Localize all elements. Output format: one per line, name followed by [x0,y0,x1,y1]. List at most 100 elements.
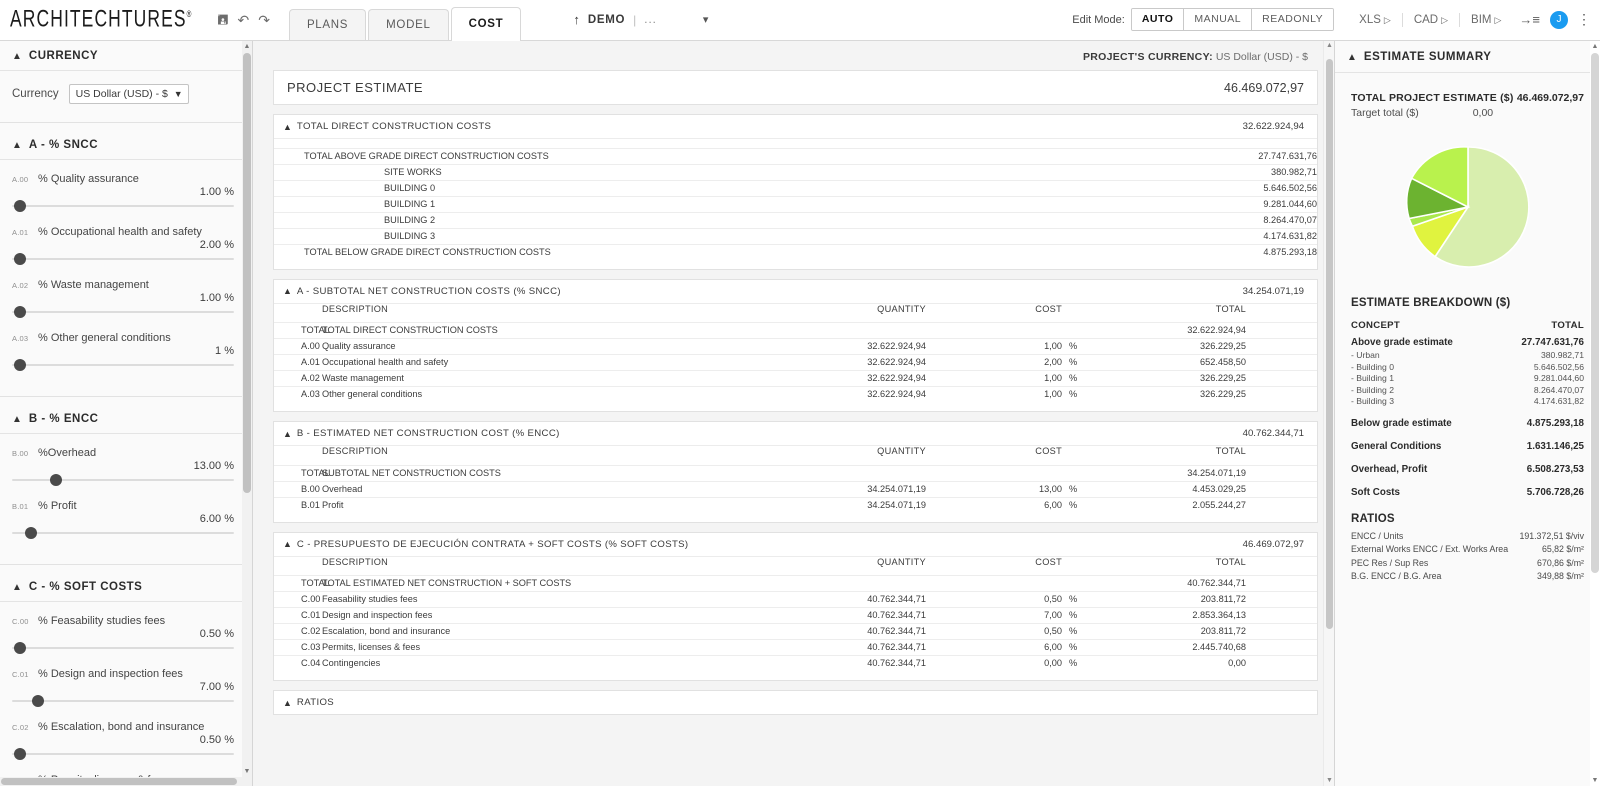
slider-knob[interactable] [14,306,26,318]
row-qty: 40.762.344,71 [752,591,952,608]
direct-costs-table: TOTAL ABOVE GRADE DIRECT CONSTRUCTION CO… [274,139,1317,269]
row-total: 40.762.344,71 [1096,575,1246,592]
scroll-down-icon[interactable]: ▼ [1324,777,1334,784]
scrollbar-thumb[interactable] [1,778,237,785]
target-total-label: Target total ($) [1351,107,1419,119]
col-quantity: QUANTITY [877,446,926,456]
export-xls-button[interactable]: XLS ▷ [1348,12,1403,27]
scroll-down-icon[interactable]: ▼ [242,766,252,777]
sidebar-horizontal-scrollbar[interactable] [0,777,252,786]
scroll-up-icon[interactable]: ▲ [1324,42,1334,49]
row-pct: % [1062,655,1096,671]
export-cad-button[interactable]: CAD ▷ [1403,12,1461,27]
row-code: A.02 [274,370,322,387]
panel-sncc-header[interactable]: ▲ A - % SNCC [0,130,252,160]
slider-track[interactable] [12,641,240,655]
row-cost: 6,00 [952,496,1062,513]
section-ratios-header[interactable]: ▲ RATIOS [274,691,1317,714]
row-code: B.00 [274,480,322,497]
spacer-row [274,567,1317,576]
panel-encc-header[interactable]: ▲ B - % ENCC [0,404,252,434]
section-b-header[interactable]: ▲ B - ESTIMATED NET CONSTRUCTION COST (%… [274,422,1317,446]
export-bim-button[interactable]: BIM ▷ [1460,13,1512,27]
right-panel: ▲ ESTIMATE SUMMARY TOTAL PROJECT ESTIMAT… [1334,41,1600,786]
slider-track[interactable] [12,305,240,319]
row-pct: % [1062,338,1096,355]
estimate-summary-header[interactable]: ▲ ESTIMATE SUMMARY [1335,41,1600,73]
slider-knob[interactable] [14,359,26,371]
right-panel-vertical-scrollbar[interactable]: ▲ ▼ [1590,41,1600,786]
slider-code: A.03 [12,334,29,343]
slider-knob[interactable] [32,695,44,707]
chevron-down-icon[interactable]: ▾ [703,13,709,26]
section-a-header[interactable]: ▲ A - SUBTOTAL NET CONSTRUCTION COSTS (%… [274,280,1317,304]
slider-knob[interactable] [50,474,62,486]
scroll-up-icon[interactable]: ▲ [242,41,252,52]
collapse-panel-icon[interactable]: →≡ [1519,12,1540,27]
panel-currency-header[interactable]: ▲ CURRENCY [0,41,252,71]
slider-knob[interactable] [25,527,37,539]
slider-code: A.00 [12,175,29,184]
section-direct-construction-header[interactable]: ▲ TOTAL DIRECT CONSTRUCTION COSTS 32.622… [274,115,1317,139]
row-cost: 0,00 [952,655,1062,671]
currency-field-label: Currency [12,88,59,100]
sidebar-vertical-scrollbar[interactable]: ▲ ▼ [242,41,252,786]
slider-knob[interactable] [14,642,26,654]
center-vertical-scrollbar[interactable]: ▲ ▼ [1323,41,1334,786]
slider-track[interactable] [12,526,240,540]
row-cost: 1,00 [952,370,1062,387]
project-selector[interactable]: ↑ DEMO | ... ▾ [573,0,708,40]
row-pct [1062,464,1096,481]
slider-track[interactable] [12,358,240,372]
slider-track[interactable] [12,252,240,266]
undo-icon[interactable]: ↶ [237,13,249,27]
upload-icon[interactable]: ↑ [573,12,580,27]
panel-encc-title: B - % ENCC [28,413,99,425]
save-icon[interactable]: 🖪 [217,13,228,26]
more-options-icon[interactable]: ⋮ [1577,11,1591,28]
row-value: 4.875.293,18 [1526,417,1584,429]
scroll-up-icon[interactable]: ▲ [1590,41,1600,52]
scrollbar-thumb[interactable] [1591,53,1599,573]
scrollbar-thumb[interactable] [243,53,251,493]
section-title: RATIOS [296,697,335,708]
edit-mode-readonly[interactable]: READONLY [1252,9,1334,30]
currency-field-row: Currency US Dollar (USD) - $ ▼ [12,81,240,108]
project-estimate-card: PROJECT ESTIMATE 46.469.072,97 [273,70,1318,105]
slider-knob[interactable] [14,748,26,760]
chevron-up-icon: ▲ [1347,51,1357,63]
estimate-summary-body: TOTAL PROJECT ESTIMATE ($) 46.469.072,97… [1335,73,1600,584]
table-row: TOTAL ABOVE GRADE DIRECT CONSTRUCTION CO… [274,147,1317,164]
row-qty: 40.762.344,71 [752,639,952,656]
slider-track[interactable] [12,694,240,708]
row-label: - Urban [1351,350,1380,360]
slider-track[interactable] [12,747,240,761]
redo-icon[interactable]: ↷ [258,13,270,27]
tab-plans[interactable]: PLANS [288,9,367,40]
currency-select[interactable]: US Dollar (USD) - $ ▼ [68,84,189,104]
slider-track[interactable] [12,199,240,213]
edit-mode-manual[interactable]: MANUAL [1184,9,1253,30]
slider-c02: C.02 % Escalation, bond and insurance 0.5… [12,718,240,771]
slider-track[interactable] [12,473,240,487]
panel-soft-costs-header[interactable]: ▲ C - % SOFT COSTS [0,572,252,602]
row-desc: Contingencies [322,655,752,671]
tab-model[interactable]: MODEL [368,9,449,40]
scrollbar-thumb[interactable] [1326,59,1333,629]
slider-knob[interactable] [14,200,26,212]
section-c-header[interactable]: ▲ C - PRESUPUESTO DE EJECUCIÓN CONTRATA … [274,533,1317,557]
panel-currency-title: CURRENCY [28,50,99,62]
panel-soft-costs-body: C.00 % Feasability studies fees 0.50 % C.… [0,602,252,786]
row-cost: 7,00 [952,607,1062,624]
row-desc: Profit [322,496,752,513]
section-title: TOTAL DIRECT CONSTRUCTION COSTS [296,121,492,132]
tab-cost[interactable]: COST [450,7,522,41]
row-total: 652.458,50 [1096,354,1246,371]
avatar[interactable]: J [1550,10,1568,29]
slider-knob[interactable] [14,253,26,265]
edit-mode-auto[interactable]: AUTO [1131,9,1185,30]
scroll-down-icon[interactable]: ▼ [1590,775,1600,786]
table-row: BUILDING 3 4.174.631,82 [274,227,1317,244]
slider-label: % Occupational health and safety [38,226,202,238]
chevron-up-icon: ▲ [12,581,22,593]
